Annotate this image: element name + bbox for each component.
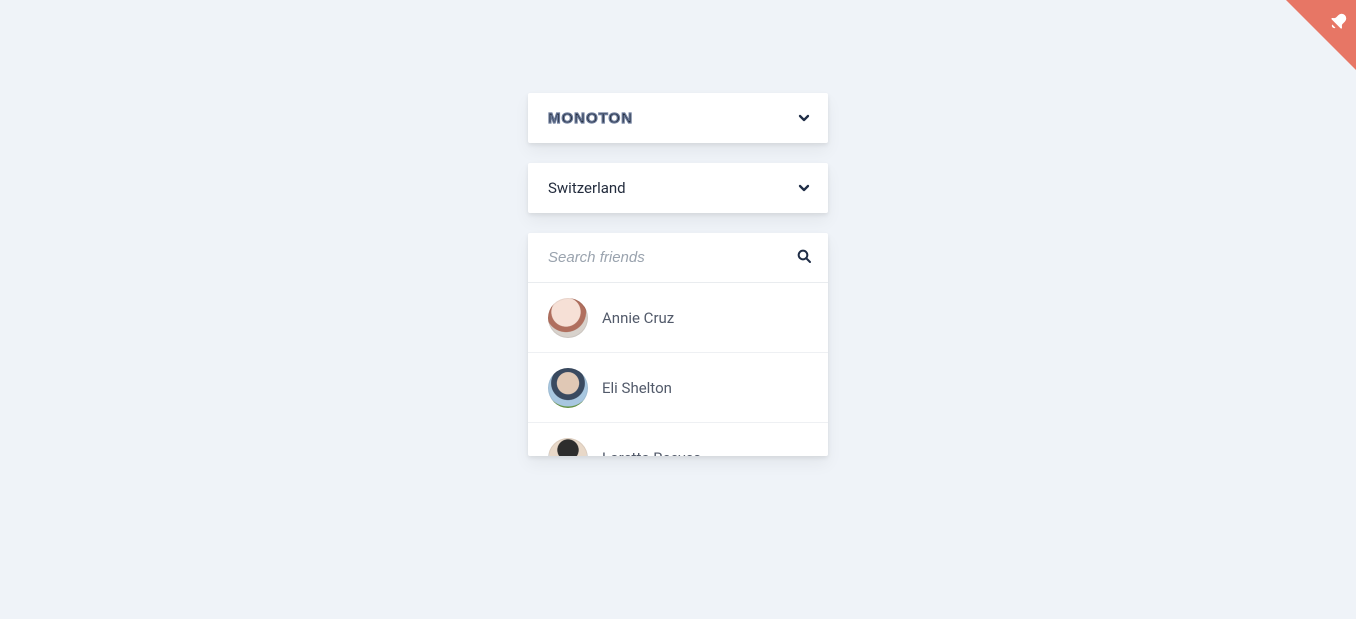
country-dropdown[interactable]: Switzerland — [528, 163, 828, 213]
avatar — [548, 368, 588, 408]
list-item[interactable]: Loretta Reeves — [528, 423, 828, 456]
friend-name: Loretta Reeves — [602, 449, 701, 457]
avatar — [548, 298, 588, 338]
country-dropdown-label: Switzerland — [548, 179, 626, 197]
friend-name: Annie Cruz — [602, 309, 674, 327]
friends-search-row — [528, 233, 828, 283]
search-icon[interactable] — [796, 248, 812, 268]
bell-icon — [1320, 6, 1354, 40]
demo-container: Monoton Switzerland Annie Cruz Eli Shelt… — [528, 0, 828, 456]
chevron-down-icon — [796, 110, 812, 126]
font-dropdown[interactable]: Monoton — [528, 93, 828, 143]
corner-ribbon[interactable] — [1286, 0, 1356, 70]
avatar — [548, 438, 588, 457]
list-item[interactable]: Annie Cruz — [528, 283, 828, 353]
friends-panel: Annie Cruz Eli Shelton Loretta Reeves — [528, 233, 828, 456]
friends-list[interactable]: Annie Cruz Eli Shelton Loretta Reeves — [528, 283, 828, 456]
friend-name: Eli Shelton — [602, 379, 672, 397]
list-item[interactable]: Eli Shelton — [528, 353, 828, 423]
font-dropdown-label: Monoton — [548, 110, 633, 127]
chevron-down-icon — [796, 180, 812, 196]
search-input[interactable] — [548, 249, 768, 266]
